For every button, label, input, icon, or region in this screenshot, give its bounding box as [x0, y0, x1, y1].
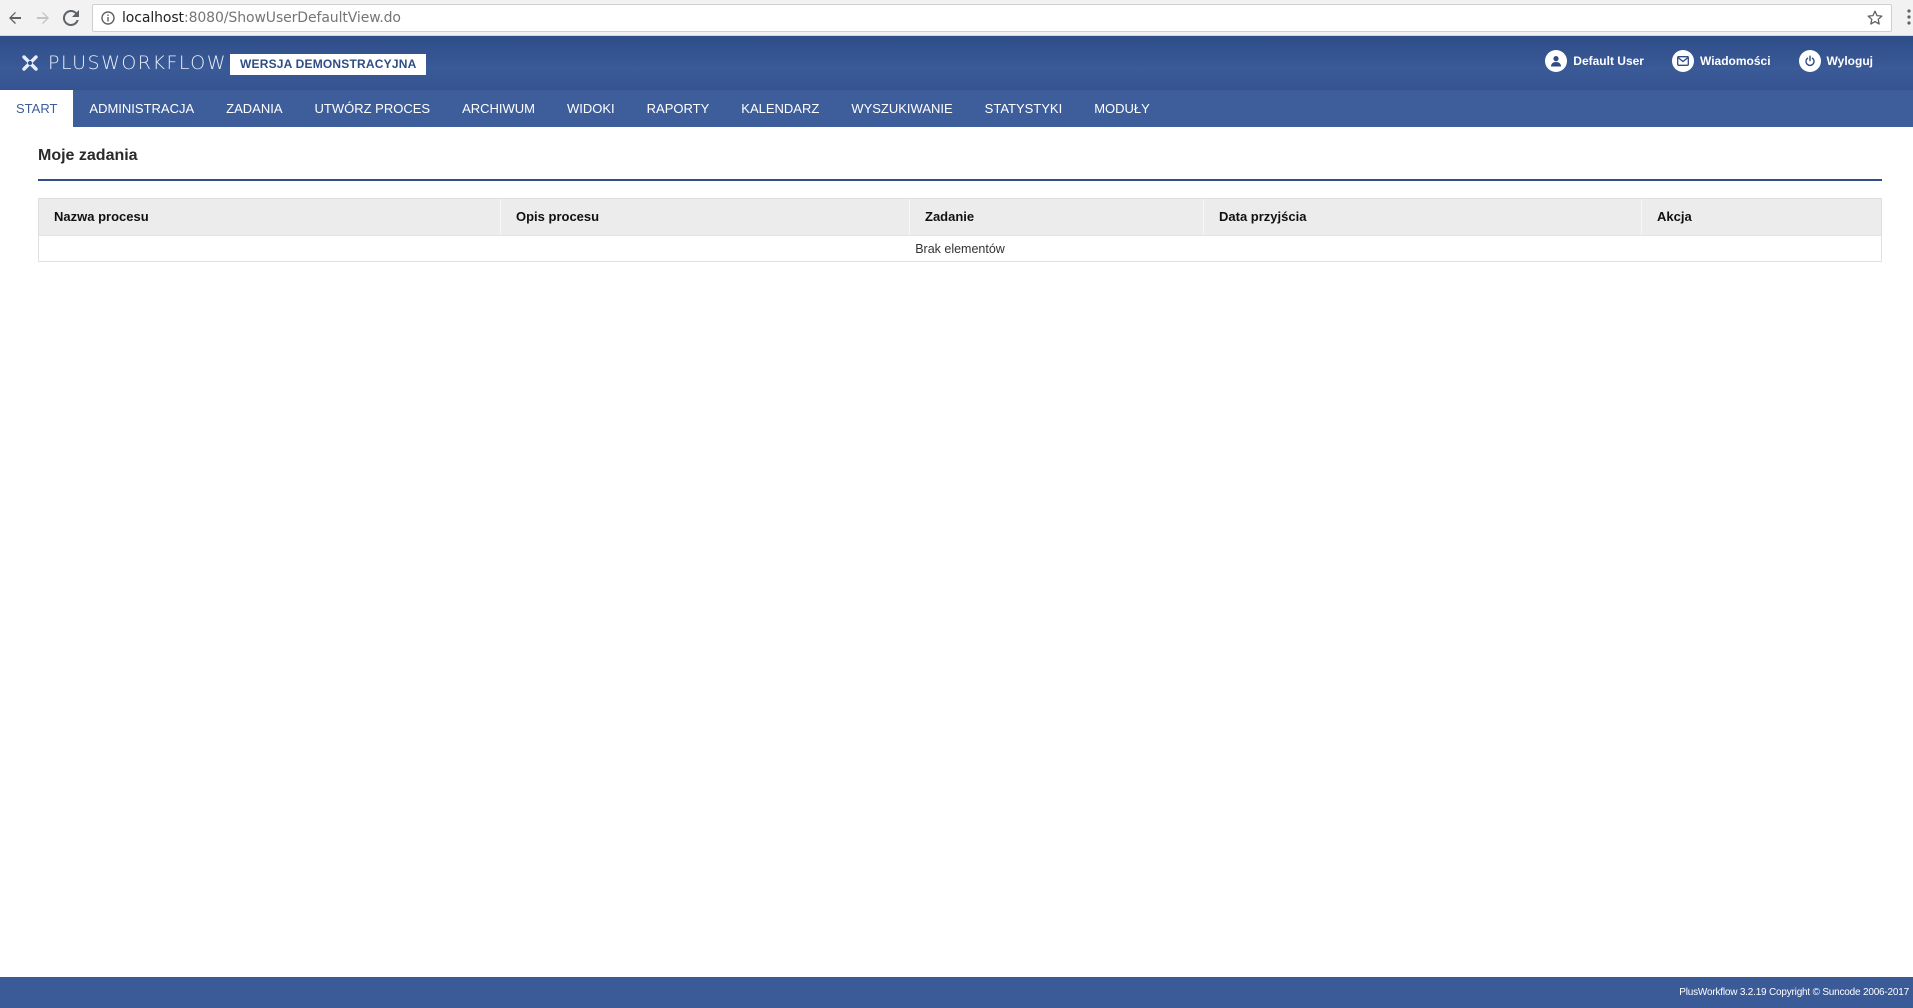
bookmark-star-icon[interactable] [1867, 10, 1883, 26]
menu-item-start[interactable]: START [0, 90, 74, 127]
menu-item-statystyki[interactable]: STATYSTYKI [969, 90, 1079, 127]
messages-link[interactable]: Wiadomości [1671, 50, 1771, 72]
reload-icon[interactable] [58, 5, 84, 31]
browser-toolbar: localhost:8080/ShowUserDefaultView.do [0, 0, 1913, 36]
menu-item-kalendarz[interactable]: KALENDARZ [725, 90, 835, 127]
demo-version-badge: WERSJA DEMONSTRACYJNA [230, 54, 427, 75]
column-header-process-description[interactable]: Opis procesu [501, 199, 910, 235]
user-icon [1545, 50, 1568, 72]
messages-label: Wiadomości [1699, 54, 1771, 68]
column-header-arrival-date[interactable]: Data przyjścia [1204, 199, 1642, 235]
envelope-icon [1671, 50, 1694, 72]
info-icon[interactable] [101, 11, 115, 25]
forward-icon[interactable] [30, 5, 56, 31]
main-menu: START ADMINISTRACJA ZADANIA UTWÓRZ PROCE… [0, 90, 1913, 127]
menu-item-wyszukiwanie[interactable]: WYSZUKIWANIE [835, 90, 968, 127]
page-title: Moje zadania [38, 147, 138, 164]
menu-item-utworz-proces[interactable]: UTWÓRZ PROCES [299, 90, 447, 127]
copyright-text: PlusWorkflow 3.2.19 Copyright © Suncode … [1679, 987, 1909, 998]
logo-text: PLUSWORKFLOW [48, 52, 228, 74]
menu-item-widoki[interactable]: WIDOKI [551, 90, 631, 127]
user-menu[interactable]: Default User [1545, 50, 1644, 72]
user-name: Default User [1573, 54, 1644, 68]
browser-menu-icon[interactable] [1907, 9, 1911, 25]
column-header-process-name[interactable]: Nazwa procesu [39, 199, 501, 235]
column-header-task[interactable]: Zadanie [910, 199, 1204, 235]
url-text: localhost:8080/ShowUserDefaultView.do [122, 10, 401, 26]
menu-item-archiwum[interactable]: ARCHIWUM [446, 90, 551, 127]
menu-item-administracja[interactable]: ADMINISTRACJA [73, 90, 210, 127]
title-divider [38, 179, 1882, 181]
menu-item-raporty[interactable]: RAPORTY [631, 90, 726, 127]
menu-item-moduly[interactable]: MODUŁY [1078, 90, 1166, 127]
logout-label: Wyloguj [1826, 54, 1873, 68]
table-header: Nazwa procesu Opis procesu Zadanie Data … [39, 199, 1881, 235]
power-icon [1798, 50, 1821, 72]
logo-icon [22, 55, 38, 71]
column-header-action[interactable]: Akcja [1642, 199, 1881, 235]
header-actions: Default User Wiadomości Wyloguj [1517, 50, 1873, 72]
tasks-table: Nazwa procesu Opis procesu Zadanie Data … [38, 198, 1882, 262]
footer: PlusWorkflow 3.2.19 Copyright © Suncode … [0, 977, 1913, 1008]
address-bar[interactable]: localhost:8080/ShowUserDefaultView.do [92, 4, 1892, 32]
back-icon[interactable] [2, 5, 28, 31]
empty-table-message: Brak elementów [39, 235, 1881, 261]
logout-button[interactable]: Wyloguj [1798, 50, 1873, 72]
menu-item-zadania[interactable]: ZADANIA [210, 90, 298, 127]
logo[interactable]: PLUSWORKFLOW [22, 52, 227, 74]
app-header: PLUSWORKFLOW WERSJA DEMONSTRACYJNA Defau… [0, 36, 1913, 90]
